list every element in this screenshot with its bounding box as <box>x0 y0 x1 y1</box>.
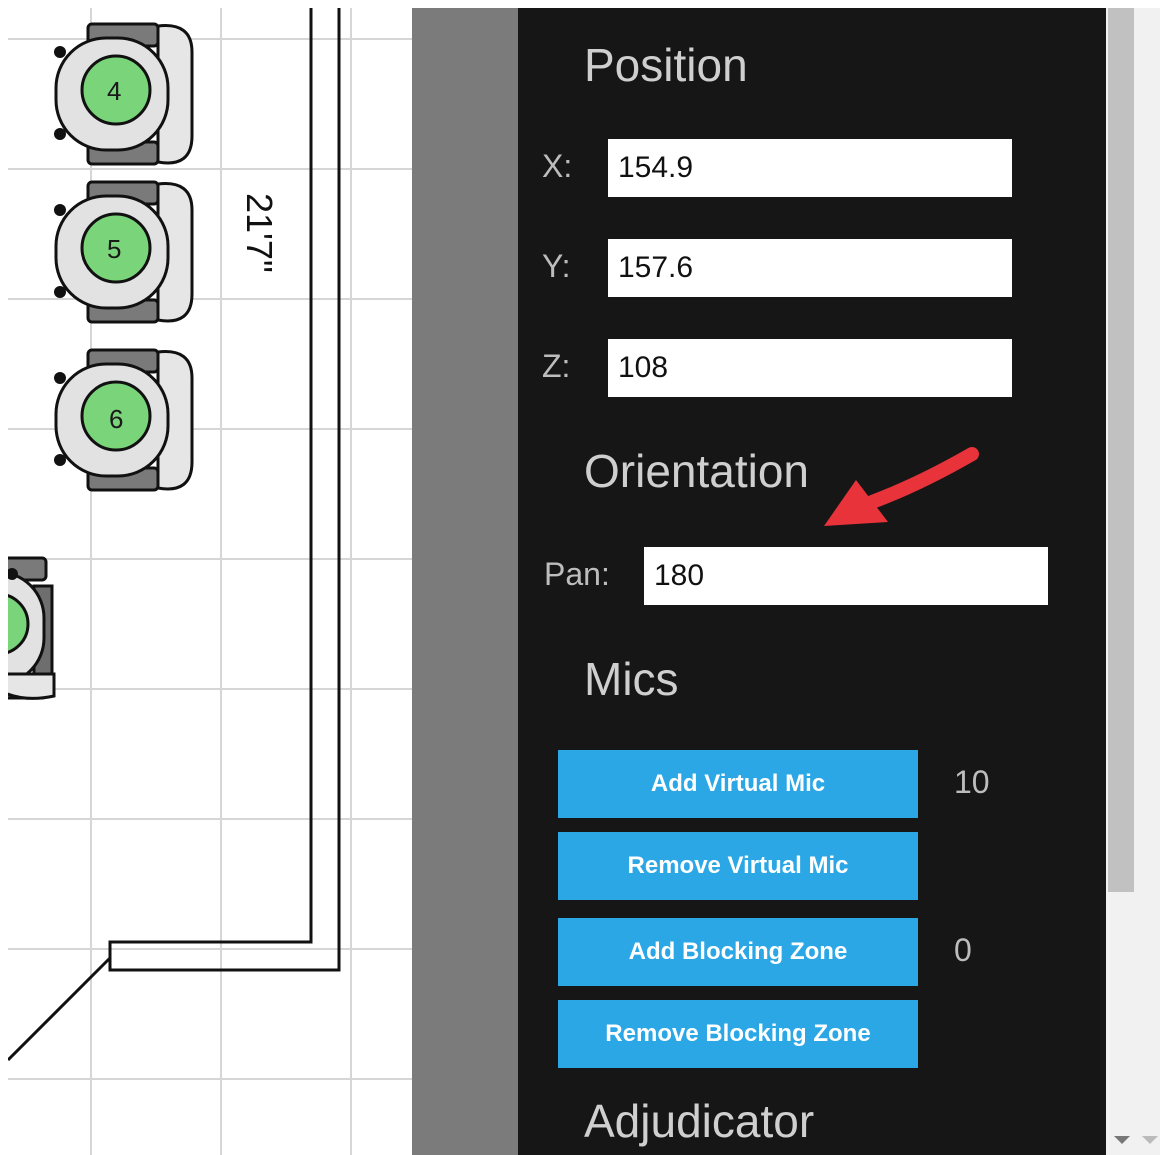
virtual-mic-count: 10 <box>954 764 990 800</box>
panel-scrollbar[interactable] <box>1106 8 1160 1155</box>
pan-input[interactable] <box>644 547 1048 605</box>
panel-gutter <box>412 8 518 1155</box>
seat-6-chair-icon[interactable] <box>50 348 200 498</box>
scroll-down-arrow-icon[interactable] <box>1114 1136 1130 1144</box>
blocking-zone-count: 0 <box>954 932 972 968</box>
annotation-arrow-icon <box>824 447 979 526</box>
wall-dimension-label: 21'7" <box>239 193 280 273</box>
y-input[interactable] <box>608 239 1012 297</box>
y-label: Y: <box>542 248 571 284</box>
remove-virtual-mic-button[interactable]: Remove Virtual Mic <box>558 832 918 900</box>
orientation-section-title: Orientation <box>584 445 810 497</box>
add-virtual-mic-button[interactable]: Add Virtual Mic <box>558 750 918 818</box>
seat-number: 6 <box>109 404 124 434</box>
partial-chair-icon[interactable] <box>8 556 58 706</box>
pan-label: Pan: <box>544 556 610 592</box>
adjudicator-section-title: Adjudicator <box>584 1095 815 1147</box>
mics-section-title: Mics <box>584 653 679 705</box>
scrollbar-thumb[interactable] <box>1108 8 1134 892</box>
remove-blocking-zone-button[interactable]: Remove Blocking Zone <box>558 1000 918 1068</box>
properties-panel: Position X: Y: Z: Orientation Pan: Mics … <box>518 8 1106 1155</box>
position-section-title: Position <box>584 39 748 91</box>
scroll-down-arrow-icon[interactable] <box>1142 1136 1158 1144</box>
z-label: Z: <box>542 348 571 384</box>
seat-number: 5 <box>107 234 122 264</box>
x-input[interactable] <box>608 139 1012 197</box>
add-blocking-zone-button[interactable]: Add Blocking Zone <box>558 918 918 986</box>
seat-5-chair-icon[interactable] <box>50 180 200 330</box>
floor-plan-canvas[interactable]: 4 5 6 21'7" <box>8 8 412 1155</box>
seat-number: 4 <box>107 76 122 106</box>
seat-4-chair-icon[interactable] <box>50 22 200 172</box>
z-input[interactable] <box>608 339 1012 397</box>
x-label: X: <box>542 148 573 184</box>
